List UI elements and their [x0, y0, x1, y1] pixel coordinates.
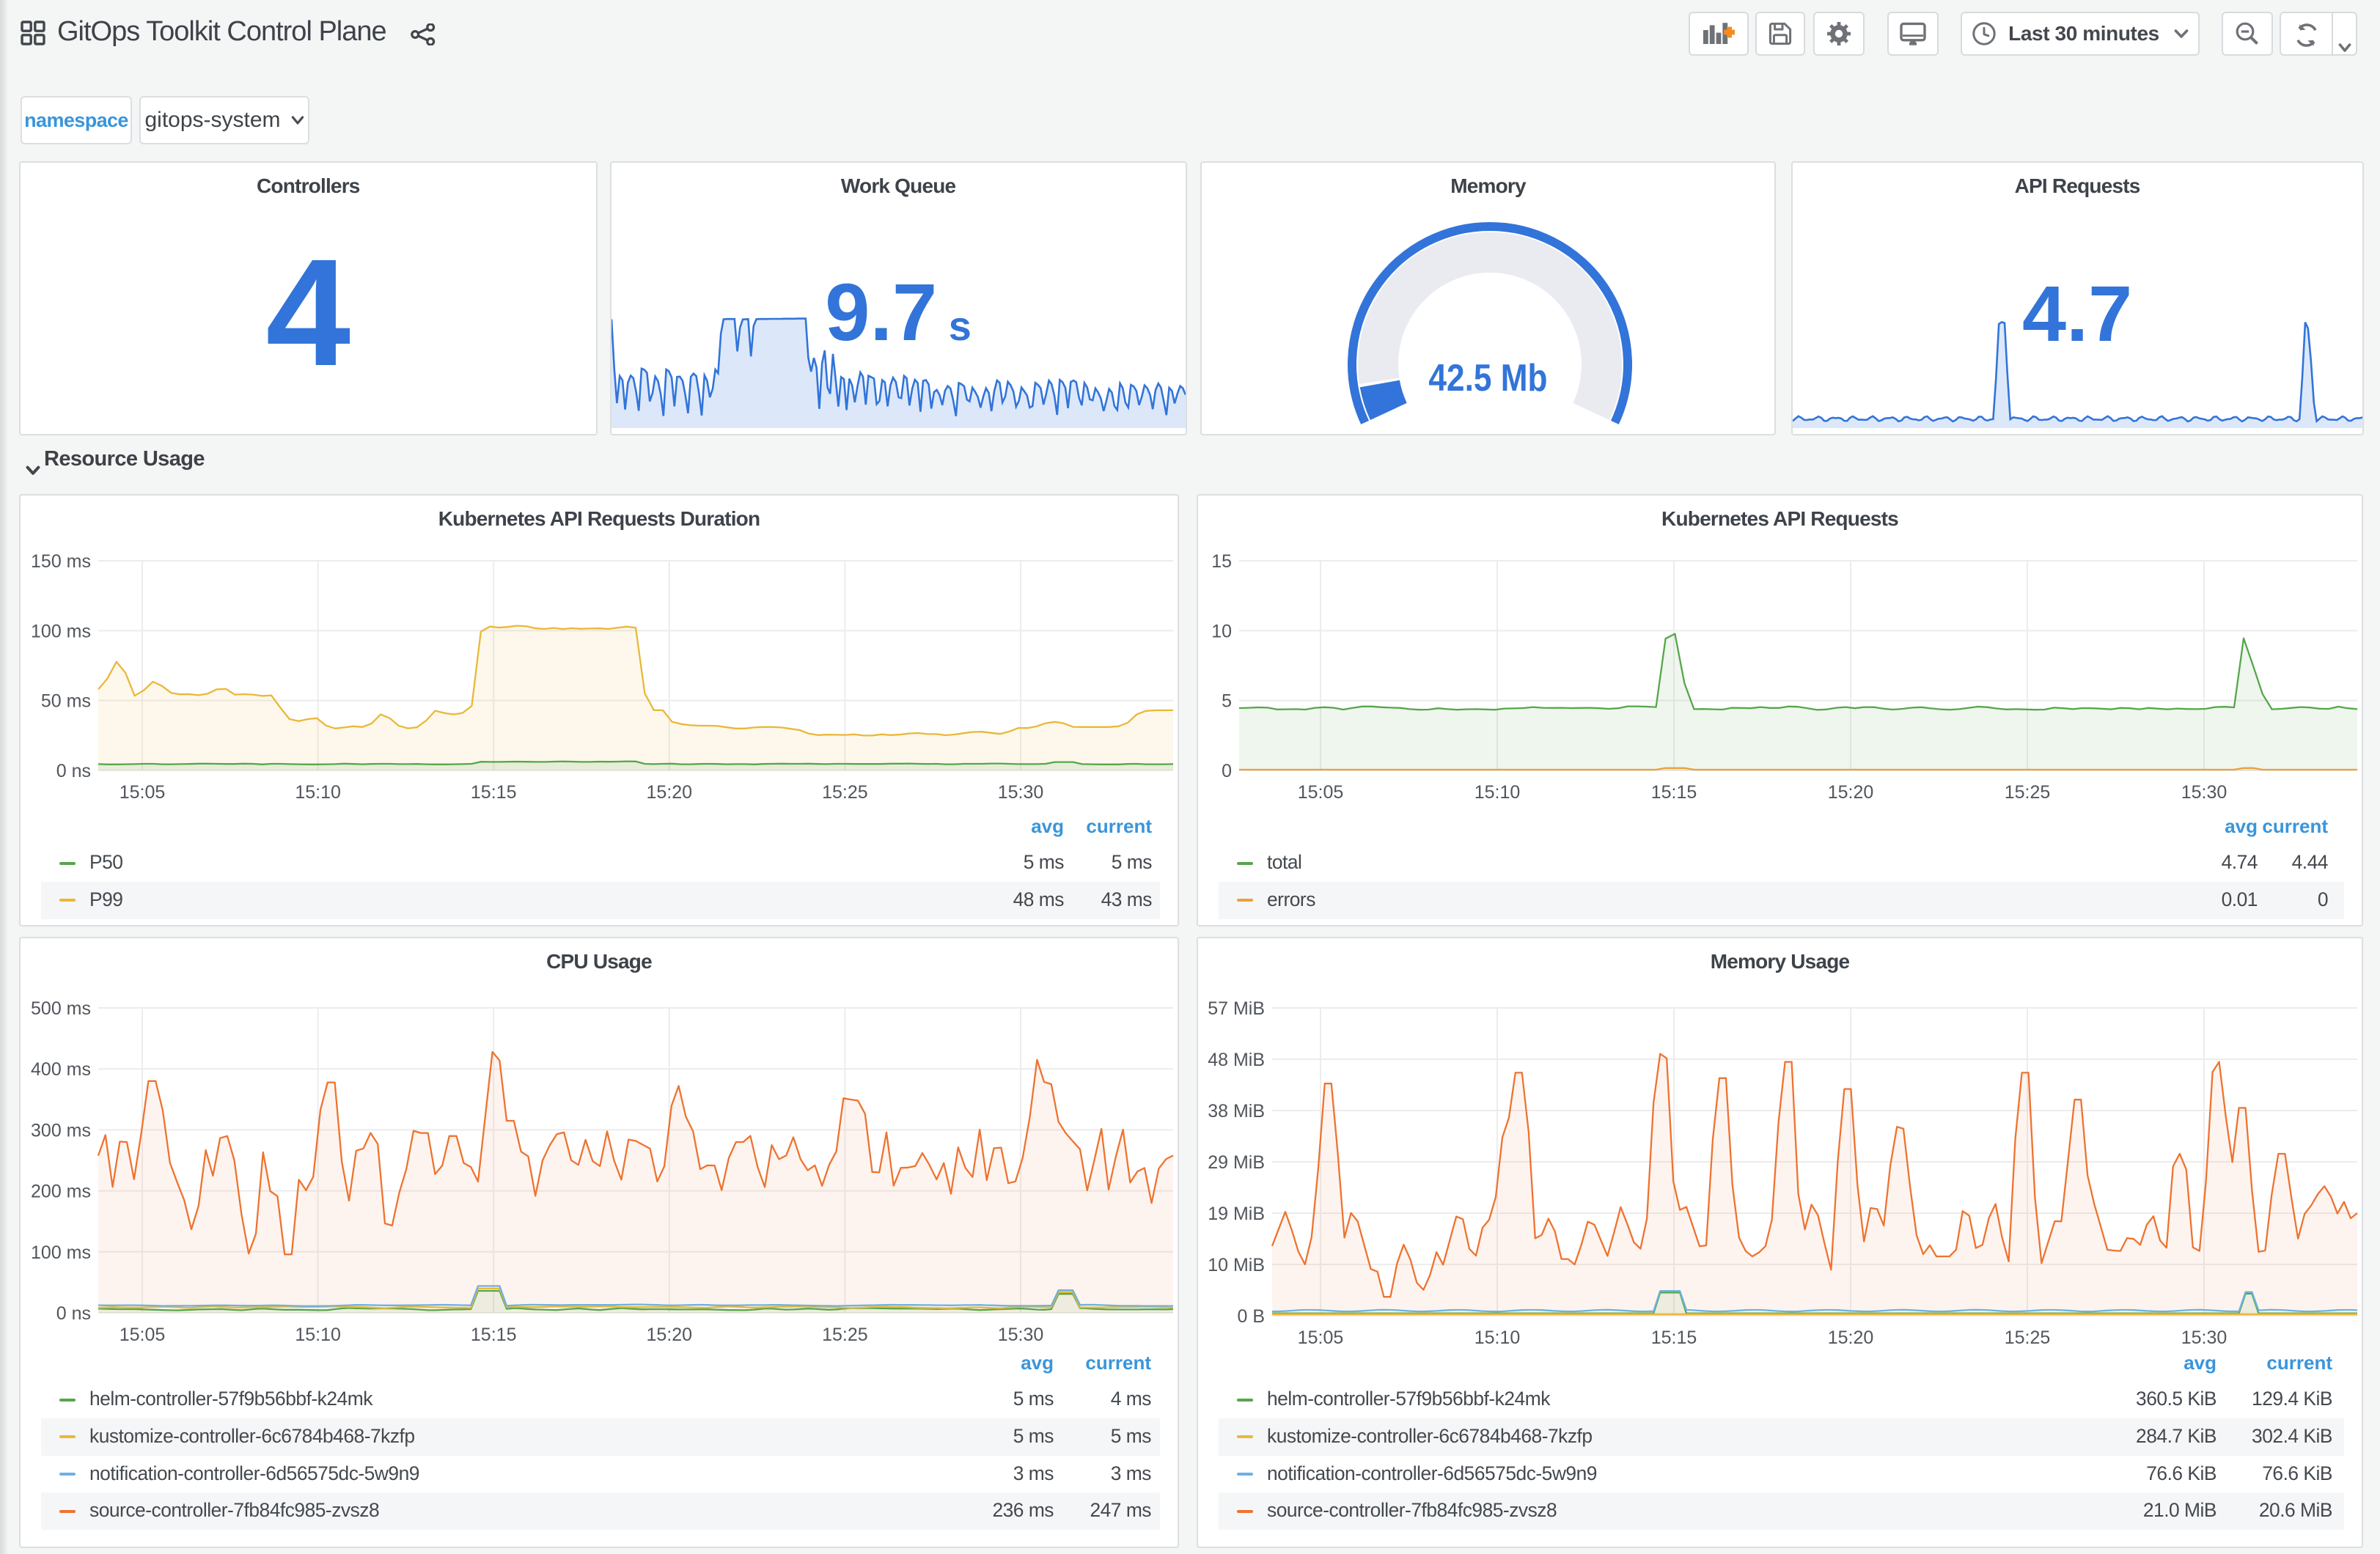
svg-text:29 MiB: 29 MiB: [1208, 1152, 1265, 1173]
svg-text:400 ms: 400 ms: [31, 1059, 91, 1080]
svg-text:15:30: 15:30: [998, 782, 1044, 803]
svg-text:0 ns: 0 ns: [56, 761, 91, 781]
svg-text:15: 15: [1211, 551, 1232, 572]
svg-text:0 ns: 0 ns: [56, 1303, 91, 1324]
svg-text:15:05: 15:05: [1298, 1327, 1344, 1348]
svg-text:300 ms: 300 ms: [31, 1120, 91, 1141]
svg-text:15:10: 15:10: [1474, 1327, 1521, 1348]
svg-text:150 ms: 150 ms: [31, 551, 91, 572]
svg-text:15:20: 15:20: [647, 782, 693, 803]
svg-text:15:25: 15:25: [822, 1325, 868, 1345]
svg-text:48 MiB: 48 MiB: [1208, 1050, 1265, 1070]
svg-text:15:30: 15:30: [998, 1325, 1044, 1345]
svg-text:15:20: 15:20: [1828, 1327, 1874, 1348]
svg-text:100 ms: 100 ms: [31, 621, 91, 641]
svg-text:57 MiB: 57 MiB: [1208, 998, 1265, 1019]
svg-text:15:25: 15:25: [822, 782, 868, 803]
svg-text:15:25: 15:25: [2005, 1327, 2051, 1348]
svg-text:15:15: 15:15: [471, 782, 517, 803]
svg-text:5: 5: [1222, 691, 1232, 712]
svg-text:15:15: 15:15: [471, 1325, 517, 1345]
svg-text:15:10: 15:10: [295, 782, 341, 803]
svg-text:15:15: 15:15: [1651, 1327, 1697, 1348]
svg-text:15:30: 15:30: [2181, 1327, 2227, 1348]
svg-text:500 ms: 500 ms: [31, 998, 91, 1019]
svg-text:38 MiB: 38 MiB: [1208, 1101, 1265, 1122]
svg-text:15:20: 15:20: [1828, 782, 1874, 803]
svg-text:15:10: 15:10: [1474, 782, 1521, 803]
svg-text:0: 0: [1222, 761, 1232, 781]
svg-text:15:30: 15:30: [2181, 782, 2227, 803]
svg-text:15:25: 15:25: [2005, 782, 2051, 803]
svg-text:15:20: 15:20: [647, 1325, 693, 1345]
svg-text:50 ms: 50 ms: [41, 691, 91, 712]
svg-text:200 ms: 200 ms: [31, 1182, 91, 1202]
svg-text:0 B: 0 B: [1237, 1306, 1265, 1327]
svg-text:100 ms: 100 ms: [31, 1242, 91, 1263]
svg-text:19 MiB: 19 MiB: [1208, 1204, 1265, 1224]
svg-text:15:10: 15:10: [295, 1325, 341, 1345]
svg-text:15:05: 15:05: [120, 1325, 166, 1345]
svg-text:10 MiB: 10 MiB: [1208, 1255, 1265, 1275]
svg-text:15:05: 15:05: [1298, 782, 1344, 803]
svg-text:15:15: 15:15: [1651, 782, 1697, 803]
svg-text:15:05: 15:05: [120, 782, 166, 803]
svg-text:10: 10: [1211, 621, 1232, 641]
